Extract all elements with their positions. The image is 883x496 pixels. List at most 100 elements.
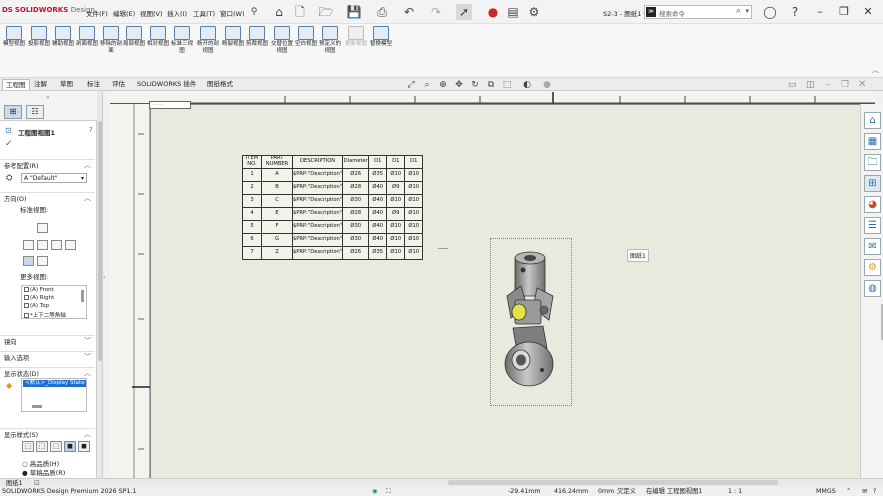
- custom-properties-icon[interactable]: ☰: [864, 217, 881, 234]
- view-front-button[interactable]: [37, 240, 48, 250]
- table-cell[interactable]: Ø30: [342, 194, 370, 208]
- detail-view-button[interactable]: 局部视图: [122, 26, 146, 62]
- status-expand-icon[interactable]: ⛶: [386, 487, 390, 496]
- table-cell[interactable]: Ø40: [368, 181, 388, 195]
- user-account-icon[interactable]: ◯: [762, 4, 778, 20]
- search-icon[interactable]: ⌕: [736, 6, 741, 16]
- ok-checkmark-icon[interactable]: ✓: [5, 139, 13, 149]
- new-document-icon[interactable]: 🗋: [292, 4, 308, 20]
- app-logo[interactable]: DS SOLIDWORKS Design: [2, 6, 95, 14]
- table-cell[interactable]: Ø10: [386, 233, 406, 247]
- table-cell[interactable]: 6: [242, 233, 262, 247]
- table-cell[interactable]: Ø10: [404, 233, 424, 247]
- design-library-icon[interactable]: ▦: [864, 133, 881, 150]
- table-cell[interactable]: E: [261, 207, 293, 221]
- tab-sketch[interactable]: 草图: [57, 79, 76, 90]
- table-cell[interactable]: $PRP:"Description": [291, 181, 344, 195]
- predefined-view-button[interactable]: 预定义的视图: [318, 26, 342, 62]
- doc-close-icon[interactable]: ✕: [858, 79, 866, 90]
- search-commands[interactable]: ≫ 搜索命令 ⌕ ▾: [644, 5, 752, 19]
- auxiliary-view-button[interactable]: 辅助视图: [51, 26, 75, 62]
- hidden-lines-visible-button[interactable]: ⬚: [36, 441, 48, 452]
- universal-joint-part[interactable]: [497, 248, 565, 394]
- section-mirror[interactable]: 镜向 ﹀: [0, 335, 95, 346]
- print-icon[interactable]: ⎙: [374, 4, 390, 20]
- menu-edit[interactable]: 编辑(E): [113, 8, 135, 18]
- table-row[interactable]: 7 Z $PRP:"Description" Ø26 Ø35 Ø10 Ø10: [242, 246, 424, 260]
- display-state-list[interactable]: <默认>_Display State 1: [21, 378, 90, 412]
- zoom-in-out-icon[interactable]: ⊕: [437, 79, 449, 91]
- view-back-button[interactable]: [65, 240, 76, 250]
- empty-view-button[interactable]: 空白视图: [294, 26, 318, 62]
- pan-icon[interactable]: ✥: [453, 79, 465, 91]
- table-cell[interactable]: Z: [261, 246, 293, 260]
- restore-button[interactable]: ❐: [835, 5, 853, 19]
- table-cell[interactable]: $PRP:"Description": [291, 194, 344, 208]
- checkbox[interactable]: [24, 295, 29, 300]
- forum-icon[interactable]: ✉: [864, 238, 881, 255]
- table-row[interactable]: 2 B $PRP:"Description" Ø28 Ø40 Ø9 Ø10: [242, 181, 424, 195]
- table-cell[interactable]: Ø10: [404, 168, 424, 182]
- save-icon[interactable]: 💾: [346, 4, 362, 20]
- table-cell[interactable]: A: [261, 168, 293, 182]
- table-cell[interactable]: 7: [242, 246, 262, 260]
- status-ok-icon[interactable]: ◉: [372, 487, 378, 496]
- redo-icon[interactable]: ↷: [428, 4, 444, 20]
- close-button[interactable]: ✕: [859, 5, 877, 19]
- table-cell[interactable]: Ø10: [386, 246, 406, 260]
- file-explorer-icon[interactable]: 🗀: [864, 154, 881, 171]
- bom-header-d1-a[interactable]: D1: [368, 155, 388, 169]
- solidworks-resources-icon[interactable]: ⌂: [864, 112, 881, 129]
- tab-drawing[interactable]: 工程图: [2, 79, 30, 90]
- table-row[interactable]: 1 A $PRP:"Description" Ø26 Ø35 Ø10 Ø10: [242, 168, 424, 182]
- appearances-icon[interactable]: ◕: [864, 196, 881, 213]
- pin-icon[interactable]: ⚲: [246, 4, 262, 20]
- horizontal-scrollbar[interactable]: [448, 480, 778, 485]
- hidden-lines-removed-button[interactable]: ⬚: [50, 441, 62, 452]
- table-cell[interactable]: 5: [242, 220, 262, 234]
- chevron-down-icon[interactable]: ▾: [745, 7, 749, 15]
- help-icon[interactable]: ?: [89, 126, 93, 134]
- table-cell[interactable]: $PRP:"Description": [291, 220, 344, 234]
- table-cell[interactable]: 4: [242, 207, 262, 221]
- crop-view-button[interactable]: 剪裁视图: [245, 26, 269, 62]
- table-row[interactable]: 4 E $PRP:"Description" Ø28 Ø40 Ø9 Ø10: [242, 207, 424, 221]
- split-view-icon[interactable]: ◫: [806, 80, 815, 90]
- section-import-options[interactable]: 输入选项 ﹀: [0, 351, 95, 362]
- zoom-to-fit-icon[interactable]: ⤢: [405, 79, 417, 91]
- menu-view[interactable]: 视图(V): [140, 8, 163, 18]
- table-row[interactable]: 5 F $PRP:"Description" Ø30 Ø40 Ø10 Ø10: [242, 220, 424, 234]
- status-units[interactable]: MMGS: [816, 487, 836, 496]
- file-properties-icon[interactable]: ▤: [505, 4, 521, 20]
- checkbox[interactable]: [24, 313, 29, 318]
- 3dexperience-icon[interactable]: ⚙: [864, 259, 881, 276]
- table-cell[interactable]: 1: [242, 168, 262, 182]
- section-display-style[interactable]: 显示样式(S) ︿: [0, 428, 95, 439]
- view-top-button[interactable]: [37, 223, 48, 233]
- shaded-button[interactable]: ◼: [78, 441, 90, 452]
- bom-table[interactable]: ITEM NO. PART NUMBER DESCRIPTION Diamete…: [242, 155, 424, 260]
- table-cell[interactable]: 3: [242, 194, 262, 208]
- table-cell[interactable]: F: [261, 220, 293, 234]
- menu-file[interactable]: 文件(F): [86, 8, 108, 18]
- break-view-button[interactable]: 断裂视图: [221, 26, 245, 62]
- home-icon[interactable]: ⌂: [271, 4, 287, 20]
- wireframe-button[interactable]: ⬚: [22, 441, 34, 452]
- bom-header-diameter[interactable]: Diameter: [342, 155, 370, 169]
- options-gear-icon[interactable]: ⚙: [526, 4, 542, 20]
- table-cell[interactable]: Ø10: [386, 168, 406, 182]
- view-left-button[interactable]: [23, 240, 34, 250]
- scrollbar-thumb[interactable]: [32, 405, 42, 408]
- more-view-top[interactable]: (A) Top: [24, 303, 49, 309]
- table-cell[interactable]: $PRP:"Description": [291, 168, 344, 182]
- table-row[interactable]: 3 C $PRP:"Description" Ø30 Ø40 Ø10 Ø10: [242, 194, 424, 208]
- appearance-icon[interactable]: ●: [541, 79, 553, 91]
- search-input[interactable]: 搜索命令: [659, 8, 685, 18]
- tab-annotation[interactable]: 注解: [31, 79, 50, 90]
- table-cell[interactable]: Ø40: [368, 233, 388, 247]
- panel-expand-icon[interactable]: »: [46, 94, 50, 101]
- table-cell[interactable]: Ø10: [404, 207, 424, 221]
- table-cell[interactable]: 2: [242, 181, 262, 195]
- rotate-icon[interactable]: ↻: [469, 79, 481, 91]
- minimize-button[interactable]: –: [811, 5, 829, 19]
